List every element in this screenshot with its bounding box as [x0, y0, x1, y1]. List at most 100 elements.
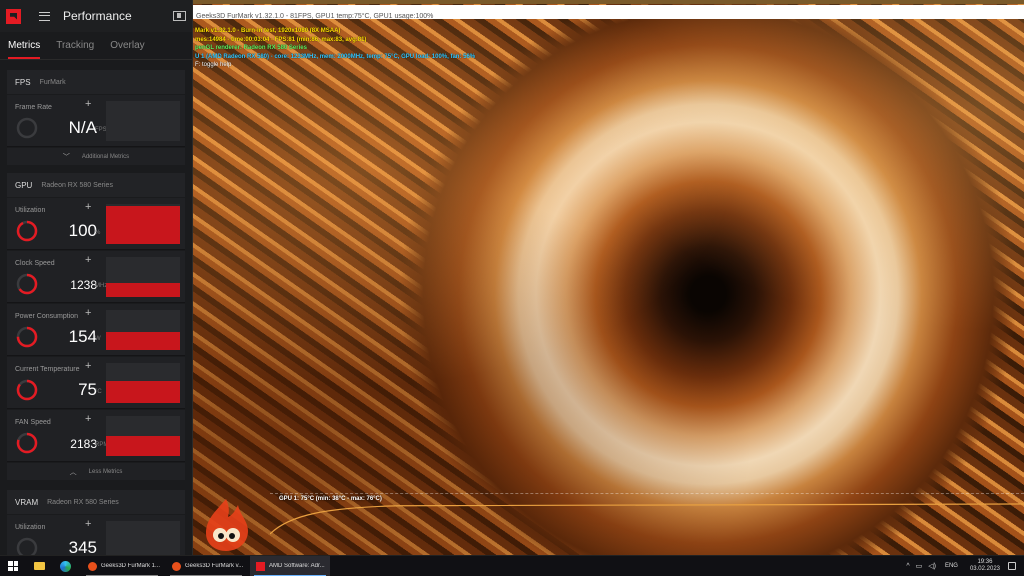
osd-line-renderer: penGL renderer: Radeon RX 580 Series: [195, 45, 307, 51]
metric-label: Power Consumption: [15, 313, 79, 320]
fps-section-header: FPS FurMark: [7, 70, 185, 94]
additional-metrics-toggle[interactable]: ﹀ Additional Metrics: [7, 148, 185, 165]
add-metric-plus-icon[interactable]: +: [85, 518, 91, 530]
fps-section-subtitle: FurMark: [39, 78, 66, 86]
add-metric-plus-icon[interactable]: +: [85, 201, 91, 213]
tab-tracking[interactable]: Tracking: [56, 32, 94, 59]
vram-chart: [106, 521, 180, 555]
vram-section-subtitle: Radeon RX 580 Series: [47, 498, 119, 506]
file-explorer-folder-icon[interactable]: [26, 556, 52, 576]
panel-title: Performance: [63, 9, 132, 23]
amd-app-icon: [256, 561, 265, 571]
less-metrics-toggle[interactable]: ︿ Less Metrics: [7, 463, 185, 480]
vram-section-title: VRAM: [15, 497, 39, 507]
metric-value: 2183: [70, 437, 97, 451]
taskbar-item-furmark-2[interactable]: Geeks3D FurMark v...: [166, 556, 246, 576]
vram-utilization-card[interactable]: Utilization + 345: [7, 515, 185, 555]
taskbar-item-amd-software[interactable]: AMD Software: Adr...: [250, 555, 330, 576]
tab-overlay[interactable]: Overlay: [110, 32, 144, 59]
clock-speed-chart: [106, 257, 180, 297]
metric-unit: °C: [95, 389, 102, 395]
chart-fill: [106, 283, 180, 297]
add-metric-plus-icon[interactable]: +: [85, 98, 91, 110]
taskbar-item-label: Geeks3D FurMark 1...: [101, 563, 161, 569]
input-language[interactable]: ENG: [945, 563, 958, 569]
furmark-app-icon: [172, 561, 181, 571]
chevron-up-icon: ︿: [69, 468, 77, 476]
temperature-chart: [106, 363, 180, 403]
fps-section-title: FPS: [15, 77, 31, 87]
edge-browser-icon[interactable]: [52, 556, 78, 576]
gpu-section: GPU Radeon RX 580 Series Utilization + 1…: [7, 173, 185, 480]
furmark-osd: Mark v1.32.1.0 - Burn-in test, 1920x1080…: [195, 27, 475, 70]
gpu-metrics-list: Utilization + 100 % Clock Speed + 1238 M…: [7, 198, 185, 462]
clock-date: 03.02.2023: [969, 566, 1000, 572]
fur-swirl-background: [193, 0, 1024, 555]
frame-rate-card[interactable]: Frame Rate + N/A FPS: [7, 95, 185, 147]
utilization-gauge-icon: [16, 220, 38, 242]
power-gauge-icon: [16, 326, 38, 348]
furmark-window-title: Geeks3D FurMark v1.32.1.0 - 81FPS, GPU1 …: [196, 13, 434, 20]
metric-value: N/A: [68, 118, 97, 137]
temperature-gauge-icon: [16, 379, 38, 401]
add-metric-plus-icon[interactable]: +: [85, 307, 91, 319]
gpu-metric-card[interactable]: Utilization + 100 %: [7, 198, 185, 250]
menu-icon[interactable]: [39, 11, 50, 21]
amd-logo-icon: [6, 8, 21, 24]
temperature-graph-label: GPU 1: 75°C (min: 38°C - max: 76°C): [279, 496, 382, 502]
fan-speed-chart: [106, 416, 180, 456]
additional-metrics-label: Additional Metrics: [81, 153, 130, 160]
gpu-metric-card[interactable]: Power Consumption + 154 W: [7, 304, 185, 356]
metric-value: 154: [68, 327, 97, 346]
clock-time: 19:36: [977, 559, 993, 565]
add-metric-plus-icon[interactable]: +: [85, 254, 91, 266]
metric-label: Clock Speed: [15, 260, 55, 267]
system-tray: ^ ▭ ◁) ENG 19:36 03.02.2023: [903, 556, 1024, 576]
fps-section: FPS FurMark Frame Rate + N/A FPS ﹀ Addit…: [7, 70, 185, 165]
chart-fill: [106, 381, 180, 403]
metric-value: 100: [68, 221, 97, 240]
metric-label: Frame Rate: [15, 104, 52, 111]
add-metric-plus-icon[interactable]: +: [85, 413, 91, 425]
gpu-metric-card[interactable]: Current Temperature + 75 °C: [7, 357, 185, 409]
osd-line-frames: mes:14984 - time:00:03:04 - FPS:81 (min:…: [195, 36, 367, 43]
notification-icon[interactable]: [1008, 562, 1016, 570]
network-icon[interactable]: ▭: [916, 562, 923, 570]
taskbar-clock[interactable]: 19:36 03.02.2023: [970, 559, 1000, 573]
metric-label: FAN Speed: [15, 419, 51, 426]
osd-line-version: Mark v1.32.1.0 - Burn-in test, 1920x1080…: [195, 28, 341, 34]
record-icon[interactable]: [173, 11, 186, 21]
chevron-down-icon: ﹀: [62, 153, 70, 161]
volume-icon[interactable]: ◁): [928, 562, 936, 570]
frame-rate-chart: [106, 101, 180, 141]
amd-performance-panel: Performance Metrics Tracking Overlay FPS…: [0, 0, 193, 555]
furmark-app-icon: [88, 561, 97, 571]
furmark-render-window[interactable]: Geeks3D FurMark v1.32.1.0 - 81FPS, GPU1 …: [193, 0, 1024, 555]
furmark-flame-logo-icon: [206, 499, 248, 551]
vram-gauge-icon: [16, 537, 38, 555]
osd-line-help: F: toggle help: [195, 62, 232, 68]
show-hidden-icons-chevron-up-icon[interactable]: ^: [906, 563, 909, 570]
gpu-metric-card[interactable]: FAN Speed + 2183 RPM: [7, 410, 185, 462]
panel-header: Performance: [0, 0, 192, 32]
metric-label: Utilization: [15, 207, 46, 214]
osd-line-gpu: U 1 (AMD Radeon RX 580) - core: 1233MHz,…: [195, 53, 476, 60]
taskbar-item-furmark-1[interactable]: Geeks3D FurMark 1...: [82, 556, 162, 576]
window-top-strip: [193, 0, 1024, 4]
start-button-windows-icon[interactable]: [0, 556, 26, 576]
less-metrics-label: Less Metrics: [88, 468, 123, 475]
add-metric-plus-icon[interactable]: +: [85, 360, 91, 372]
metric-unit: FPS: [95, 127, 107, 133]
gpu-metric-card[interactable]: Clock Speed + 1238 MHz: [7, 251, 185, 303]
utilization-chart: [106, 204, 180, 244]
clock-speed-gauge-icon: [16, 273, 38, 295]
metric-unit: W: [95, 336, 101, 342]
metric-value: 1238: [70, 278, 97, 292]
vram-section-header: VRAM Radeon RX 580 Series: [7, 490, 185, 514]
frame-rate-gauge-icon: [16, 117, 38, 139]
tab-metrics[interactable]: Metrics: [8, 32, 41, 59]
metric-value: 345: [68, 538, 97, 555]
taskbar-item-label: AMD Software: Adr...: [269, 563, 325, 569]
metric-label: Current Temperature: [15, 366, 80, 373]
furmark-title-bar[interactable]: Geeks3D FurMark v1.32.1.0 - 81FPS, GPU1 …: [193, 5, 1024, 20]
